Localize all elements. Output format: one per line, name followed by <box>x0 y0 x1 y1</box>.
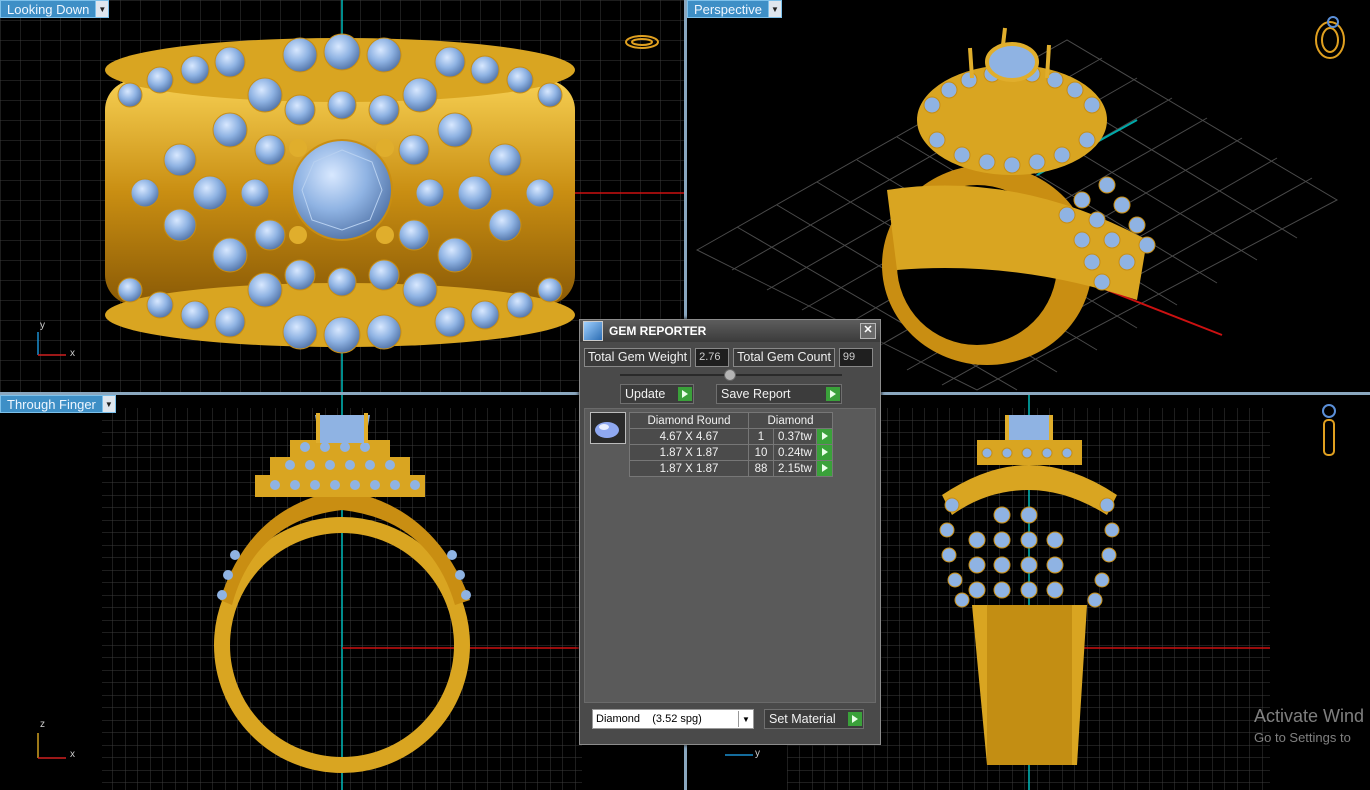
divider-slider[interactable] <box>620 369 842 381</box>
table-row[interactable]: 1.87 X 1.87 88 2.15tw <box>629 460 833 477</box>
gem-reporter-dialog: GEM REPORTER ✕ Total Gem Weight 2.76 Tot… <box>579 319 881 745</box>
watermark-line1: Activate Wind <box>1254 706 1365 726</box>
dialog-titlebar[interactable]: GEM REPORTER ✕ <box>580 320 880 342</box>
viewport-label-dropdown[interactable]: Looking Down ▼ <box>0 0 110 18</box>
select-row-button[interactable] <box>816 444 833 461</box>
slider-knob[interactable] <box>724 369 736 381</box>
chevron-down-icon[interactable]: ▼ <box>768 0 782 18</box>
gem-weight: 0.24tw <box>773 444 817 461</box>
ring-orientation-icon-side <box>1322 404 1336 456</box>
ring-top-view <box>105 33 575 354</box>
activate-windows-watermark: Activate Wind Go to Settings to <box>1254 706 1364 745</box>
axis-label-x: x <box>70 348 75 359</box>
close-icon[interactable]: ✕ <box>860 323 876 339</box>
material-select-value: Diamond (3.52 spg) <box>596 713 702 725</box>
table-row[interactable]: 1.87 X 1.87 10 0.24tw <box>629 444 833 461</box>
viewport-label[interactable]: Looking Down <box>0 0 97 18</box>
axis-label-y: y <box>755 748 760 759</box>
action-buttons: Update Save Report <box>620 384 842 404</box>
diamond-gem-icon[interactable] <box>590 412 626 444</box>
ring-orientation-icon-perspective <box>1315 16 1345 59</box>
gem-count: 10 <box>748 444 774 461</box>
total-gem-count-label: Total Gem Count <box>733 348 835 367</box>
save-report-button[interactable]: Save Report <box>716 384 842 404</box>
axis-label-y: y <box>40 320 45 331</box>
gem-size: 4.67 X 4.67 <box>629 428 749 445</box>
gem-count: 1 <box>748 428 774 445</box>
axis-label-x: x <box>70 749 75 760</box>
gem-size: 1.87 X 1.87 <box>629 460 749 477</box>
play-icon[interactable] <box>826 387 840 401</box>
gem-reporter-icon <box>583 321 603 341</box>
dialog-title: GEM REPORTER <box>609 324 707 338</box>
total-gem-weight-value: 2.76 <box>695 348 730 367</box>
total-gem-weight-label: Total Gem Weight <box>584 348 692 367</box>
watermark-line2: Go to Settings to <box>1254 730 1351 745</box>
update-button-label: Update <box>625 387 666 401</box>
select-row-button[interactable] <box>816 460 833 477</box>
gem-weight: 2.15tw <box>773 460 817 477</box>
save-report-button-label: Save Report <box>721 387 791 401</box>
set-material-button[interactable]: Set Material <box>764 709 864 729</box>
play-icon[interactable] <box>848 712 862 726</box>
set-material-button-label: Set Material <box>769 712 836 726</box>
gem-table: Diamond Round Diamond 4.67 X 4.67 1 0.37… <box>629 412 833 477</box>
material-select[interactable]: Diamond (3.52 spg) ▼ <box>592 709 754 729</box>
chevron-down-icon[interactable]: ▼ <box>738 711 753 727</box>
viewport-label[interactable]: Perspective <box>687 0 769 18</box>
table-row[interactable]: 4.67 X 4.67 1 0.37tw <box>629 428 833 445</box>
viewport-label[interactable]: Through Finger <box>0 395 103 413</box>
chevron-down-icon[interactable]: ▼ <box>102 395 116 413</box>
column-header-shape: Diamond Round <box>629 412 749 429</box>
axis-label-z: z <box>40 719 45 730</box>
gem-weight: 0.37tw <box>773 428 817 445</box>
column-header-material: Diamond <box>748 412 833 429</box>
select-row-button[interactable] <box>816 428 833 445</box>
update-button[interactable]: Update <box>620 384 694 404</box>
total-gem-count-value: 99 <box>838 348 873 367</box>
material-row: Diamond (3.52 spg) ▼ Set Material <box>592 709 864 729</box>
totals-row: Total Gem Weight 2.76 Total Gem Count 99 <box>584 348 873 367</box>
viewport-label-dropdown[interactable]: Through Finger ▼ <box>0 395 116 413</box>
gem-count: 88 <box>748 460 774 477</box>
play-icon[interactable] <box>678 387 692 401</box>
gem-list-panel: Diamond Round Diamond 4.67 X 4.67 1 0.37… <box>584 408 876 703</box>
chevron-down-icon[interactable]: ▼ <box>96 0 110 18</box>
gem-size: 1.87 X 1.87 <box>629 444 749 461</box>
viewport-label-dropdown[interactable]: Perspective ▼ <box>687 0 782 18</box>
